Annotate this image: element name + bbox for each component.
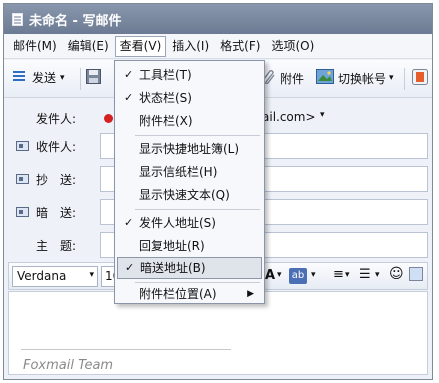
from-label: 发件人: — [36, 112, 77, 126]
align-dropdown-icon[interactable]: ▾ — [345, 270, 350, 280]
from-address[interactable]: ail.com> — [262, 110, 316, 124]
menu-item-quick-addressbook[interactable]: 显示快捷地址簿(L) — [117, 138, 262, 160]
signature-text: Foxmail Team — [23, 358, 114, 373]
address-card-icon[interactable] — [16, 141, 29, 151]
cc-label: 抄 送: — [36, 173, 77, 187]
address-card-icon[interactable] — [16, 207, 29, 217]
menu-item-attachment-position[interactable]: 附件栏位置(A) ▶ — [117, 283, 262, 305]
save-button[interactable] — [86, 69, 105, 87]
highlight-dropdown-icon[interactable]: ▾ — [311, 270, 316, 280]
menu-item-label: 工具栏(T) — [139, 68, 192, 82]
menu-item-label: 回复地址(R) — [139, 239, 205, 253]
chevron-down-icon: ▾ — [89, 270, 94, 280]
font-select[interactable]: Verdana ▾ — [12, 266, 98, 287]
menu-item-stationery-bar[interactable]: 显示信纸栏(H) — [117, 161, 262, 183]
font-color-dropdown-icon[interactable]: ▾ — [277, 270, 282, 280]
menu-item-sender-address[interactable]: ✓ 发件人地址(S) — [117, 212, 262, 234]
from-dropdown-icon[interactable]: ▾ — [320, 110, 325, 120]
title-bar: 未命名 - 写邮件 — [4, 4, 432, 34]
menu-item-label: 发件人地址(S) — [139, 216, 216, 230]
view-menu-dropdown: ✓ 工具栏(T) ✓ 状态栏(S) 附件栏(X) 显示快捷地址簿(L) 显示信纸… — [114, 60, 265, 304]
send-label: 发送 — [32, 71, 57, 85]
align-icon[interactable]: ≡ — [333, 267, 344, 282]
menu-item-statusbar[interactable]: ✓ 状态栏(S) — [117, 87, 262, 109]
check-icon: ✓ — [124, 91, 134, 104]
attach-button[interactable]: 附件 — [262, 69, 304, 88]
menu-bar: 邮件(M) 编辑(E) 查看(V) 插入(I) 格式(F) 选项(O) — [4, 34, 432, 59]
menu-item-label: 显示快捷地址簿(L) — [139, 142, 240, 156]
menu-item-attachment-bar[interactable]: 附件栏(X) — [117, 110, 262, 132]
menu-separator — [135, 209, 260, 210]
check-icon: ✓ — [124, 216, 134, 229]
send-button[interactable]: 发送 ▾ — [12, 69, 65, 86]
send-dropdown-icon[interactable]: ▾ — [60, 73, 65, 83]
menu-item-quick-text[interactable]: 显示快速文本(Q) — [117, 184, 262, 206]
check-icon: ✓ — [125, 261, 135, 274]
switch-account-button[interactable]: 切换帐号 ▾ — [316, 69, 394, 87]
image-icon — [316, 69, 334, 87]
menu-item-reply-address[interactable]: 回复地址(R) — [117, 235, 262, 257]
menu-item-label: 附件栏(X) — [139, 114, 193, 128]
menu-edit[interactable]: 编辑(E) — [63, 36, 114, 57]
menu-item-label: 状态栏(S) — [139, 91, 192, 105]
bullet-list-icon[interactable]: ☰ — [359, 267, 371, 282]
check-icon: ✓ — [124, 68, 134, 81]
switch-account-label: 切换帐号 — [338, 71, 387, 86]
menu-insert[interactable]: 插入(I) — [167, 36, 214, 57]
switch-account-dropdown-icon[interactable]: ▾ — [389, 73, 394, 83]
book-icon — [412, 69, 428, 88]
menu-item-label: 显示信纸栏(H) — [139, 165, 218, 179]
more-button[interactable] — [412, 69, 432, 88]
account-status-icon — [104, 114, 113, 123]
menu-item-bcc-address[interactable]: ✓ 暗送地址(B) — [117, 257, 262, 279]
document-icon — [12, 12, 23, 26]
menu-format[interactable]: 格式(F) — [215, 36, 265, 57]
menu-item-label: 暗送地址(B) — [140, 261, 206, 275]
menu-item-toolbar[interactable]: ✓ 工具栏(T) — [117, 64, 262, 86]
insert-image-icon[interactable] — [409, 267, 423, 281]
menu-mail[interactable]: 邮件(M) — [8, 36, 62, 57]
menu-item-label: 附件栏位置(A) — [139, 287, 217, 301]
submenu-arrow-icon: ▶ — [247, 289, 254, 299]
emoji-icon[interactable]: ☺ — [389, 266, 404, 282]
highlight-color-icon[interactable]: ab — [289, 268, 307, 284]
menu-view[interactable]: 查看(V) — [114, 35, 167, 57]
subject-label: 主 题: — [36, 239, 77, 253]
font-color-icon[interactable]: A — [265, 268, 275, 283]
list-dropdown-icon[interactable]: ▾ — [375, 270, 380, 280]
menu-separator — [135, 135, 260, 136]
font-value: Verdana — [17, 269, 67, 283]
compose-window: 未命名 - 写邮件 邮件(M) 编辑(E) 查看(V) 插入(I) 格式(F) … — [3, 3, 433, 380]
menu-item-label: 显示快速文本(Q) — [139, 188, 230, 202]
address-card-icon[interactable] — [16, 174, 29, 184]
menu-options[interactable]: 选项(O) — [266, 36, 319, 57]
to-label: 收件人: — [36, 140, 77, 154]
send-icon — [12, 69, 28, 86]
signature-divider — [21, 349, 231, 350]
attach-label: 附件 — [280, 72, 305, 86]
bcc-label: 暗 送: — [36, 206, 77, 220]
window-title: 未命名 - 写邮件 — [29, 13, 122, 29]
save-icon — [86, 69, 101, 87]
